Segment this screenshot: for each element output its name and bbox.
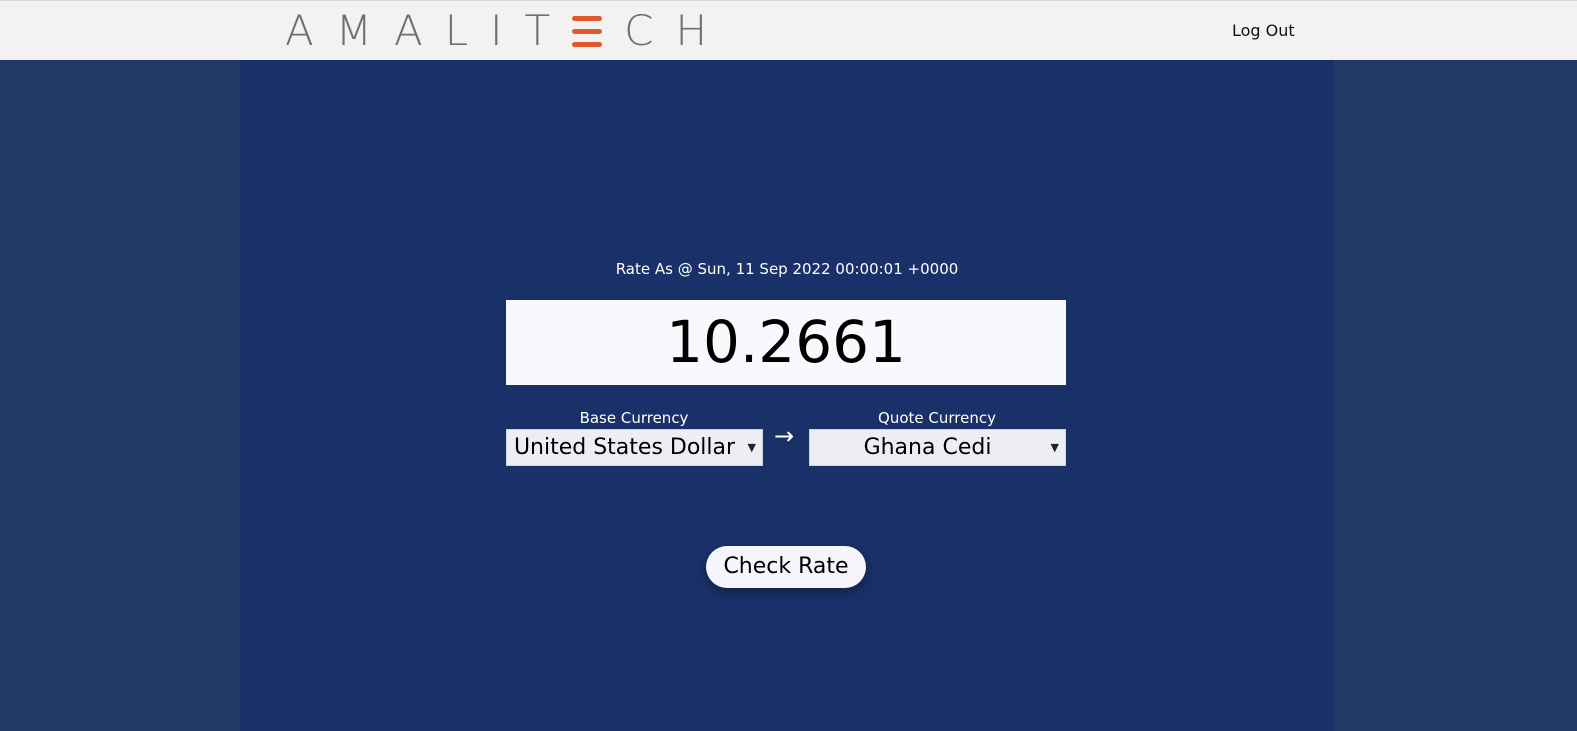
check-rate-button[interactable]: Check Rate — [706, 546, 866, 588]
rate-display: 10.2661 — [506, 300, 1066, 385]
base-currency-select[interactable]: United States Dollar ▼ — [506, 429, 763, 466]
rate-timestamp: Rate As @ Sun, 11 Sep 2022 00:00:01 +000… — [615, 260, 959, 278]
logo-e-icon — [572, 14, 603, 48]
logo-text-left: AMALIT — [285, 6, 573, 55]
header-bar: AMALIT CH Log Out — [0, 0, 1577, 60]
chevron-down-icon: ▼ — [747, 441, 756, 454]
base-currency-value: United States Dollar — [513, 435, 736, 460]
logo-text-right: CH — [624, 6, 730, 55]
quote-currency-select[interactable]: Ghana Cedi ▼ — [809, 429, 1066, 466]
chevron-down-icon: ▼ — [1050, 441, 1059, 454]
main-panel: Rate As @ Sun, 11 Sep 2022 00:00:01 +000… — [240, 60, 1334, 731]
quote-currency-label: Quote Currency — [878, 409, 996, 427]
amalitech-logo[interactable]: AMALIT CH — [285, 6, 730, 55]
base-currency-label: Base Currency — [579, 409, 689, 427]
arrow-right-icon: → — [774, 422, 795, 450]
logout-link[interactable]: Log Out — [1232, 21, 1295, 40]
quote-currency-value: Ghana Cedi — [863, 435, 992, 460]
